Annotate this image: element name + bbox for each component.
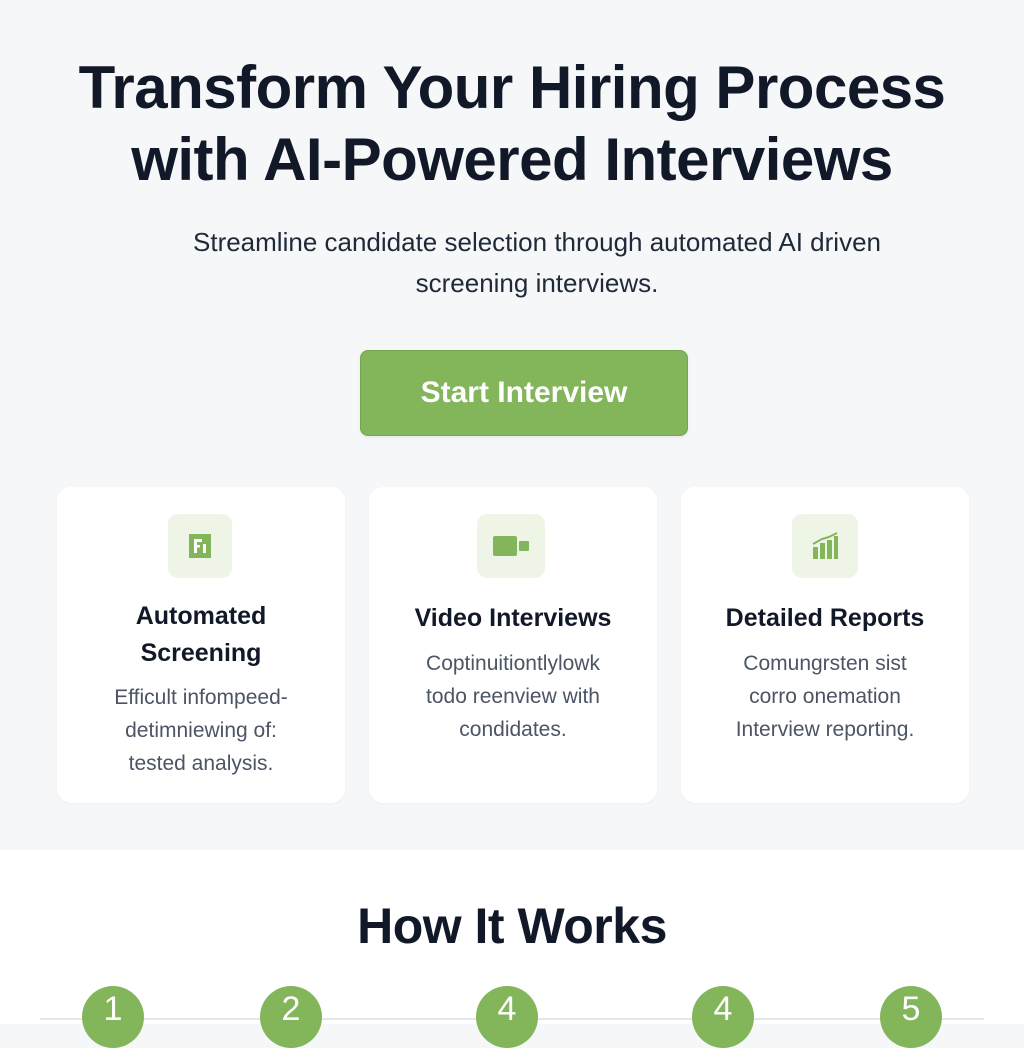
feature-desc-line: corro onemation xyxy=(749,685,901,708)
headline-line-1: Transform Your Hiring Process xyxy=(78,54,946,121)
feature-title: Detailed Reports xyxy=(725,604,925,632)
headline-line-2: with AI-Powered Interviews xyxy=(131,126,893,193)
step-badge: 4 xyxy=(692,986,754,1048)
feature-desc-line: Coptinuitiontlylowk xyxy=(426,652,600,675)
hero-subtitle: Streamline candidate selection through a… xyxy=(162,222,912,304)
feature-card-automated-screening: Automated Screening Efficult infompeed- … xyxy=(57,487,345,803)
feature-desc-line: Interview reporting. xyxy=(735,718,915,741)
feature-desc-line: tested analysis. xyxy=(128,752,274,775)
feature-desc-line: todo reenview with xyxy=(426,685,600,708)
subtitle-line-2: screening interviews. xyxy=(415,268,659,298)
page-title: Transform Your Hiring Process with AI-Po… xyxy=(40,52,984,196)
feature-card-video-interviews: Video Interviews Coptinuitiontlylowk tod… xyxy=(369,487,657,803)
hero-section: Transform Your Hiring Process with AI-Po… xyxy=(0,0,1024,850)
feature-desc-line: detimniewing of: xyxy=(125,719,277,742)
section-title: How It Works xyxy=(357,898,667,954)
feature-card-detailed-reports: Detailed Reports Comungrsten sist corro … xyxy=(681,487,969,803)
document-icon xyxy=(168,514,232,578)
subtitle-line-1: Streamline candidate selection through a… xyxy=(193,227,881,257)
feature-title: Video Interviews xyxy=(414,604,612,632)
step-badge: 4 xyxy=(476,986,538,1048)
feature-description: Comungrsten sist corro onemation Intervi… xyxy=(699,647,951,746)
feature-title-line-2: Screening xyxy=(140,639,262,667)
feature-description: Efficult infompeed- detimniewing of: tes… xyxy=(75,681,327,780)
how-it-works-section: How It Works 1 2 4 4 5 xyxy=(0,850,1024,1048)
step-badge: 2 xyxy=(260,986,322,1048)
video-camera-icon xyxy=(477,514,545,578)
feature-title: Automated Screening xyxy=(67,598,335,672)
step-badge: 1 xyxy=(82,986,144,1048)
feature-desc-line: Efficult infompeed- xyxy=(114,686,288,709)
start-interview-button[interactable]: Start Interview xyxy=(360,350,688,436)
feature-title-line-1: Automated xyxy=(135,602,267,630)
feature-desc-line: Comungrsten sist xyxy=(743,652,907,675)
step-badge: 5 xyxy=(880,986,942,1048)
bar-chart-icon xyxy=(792,514,858,578)
feature-description: Coptinuitiontlylowk todo reenview with c… xyxy=(387,647,639,746)
feature-desc-line: condidates. xyxy=(459,718,567,741)
